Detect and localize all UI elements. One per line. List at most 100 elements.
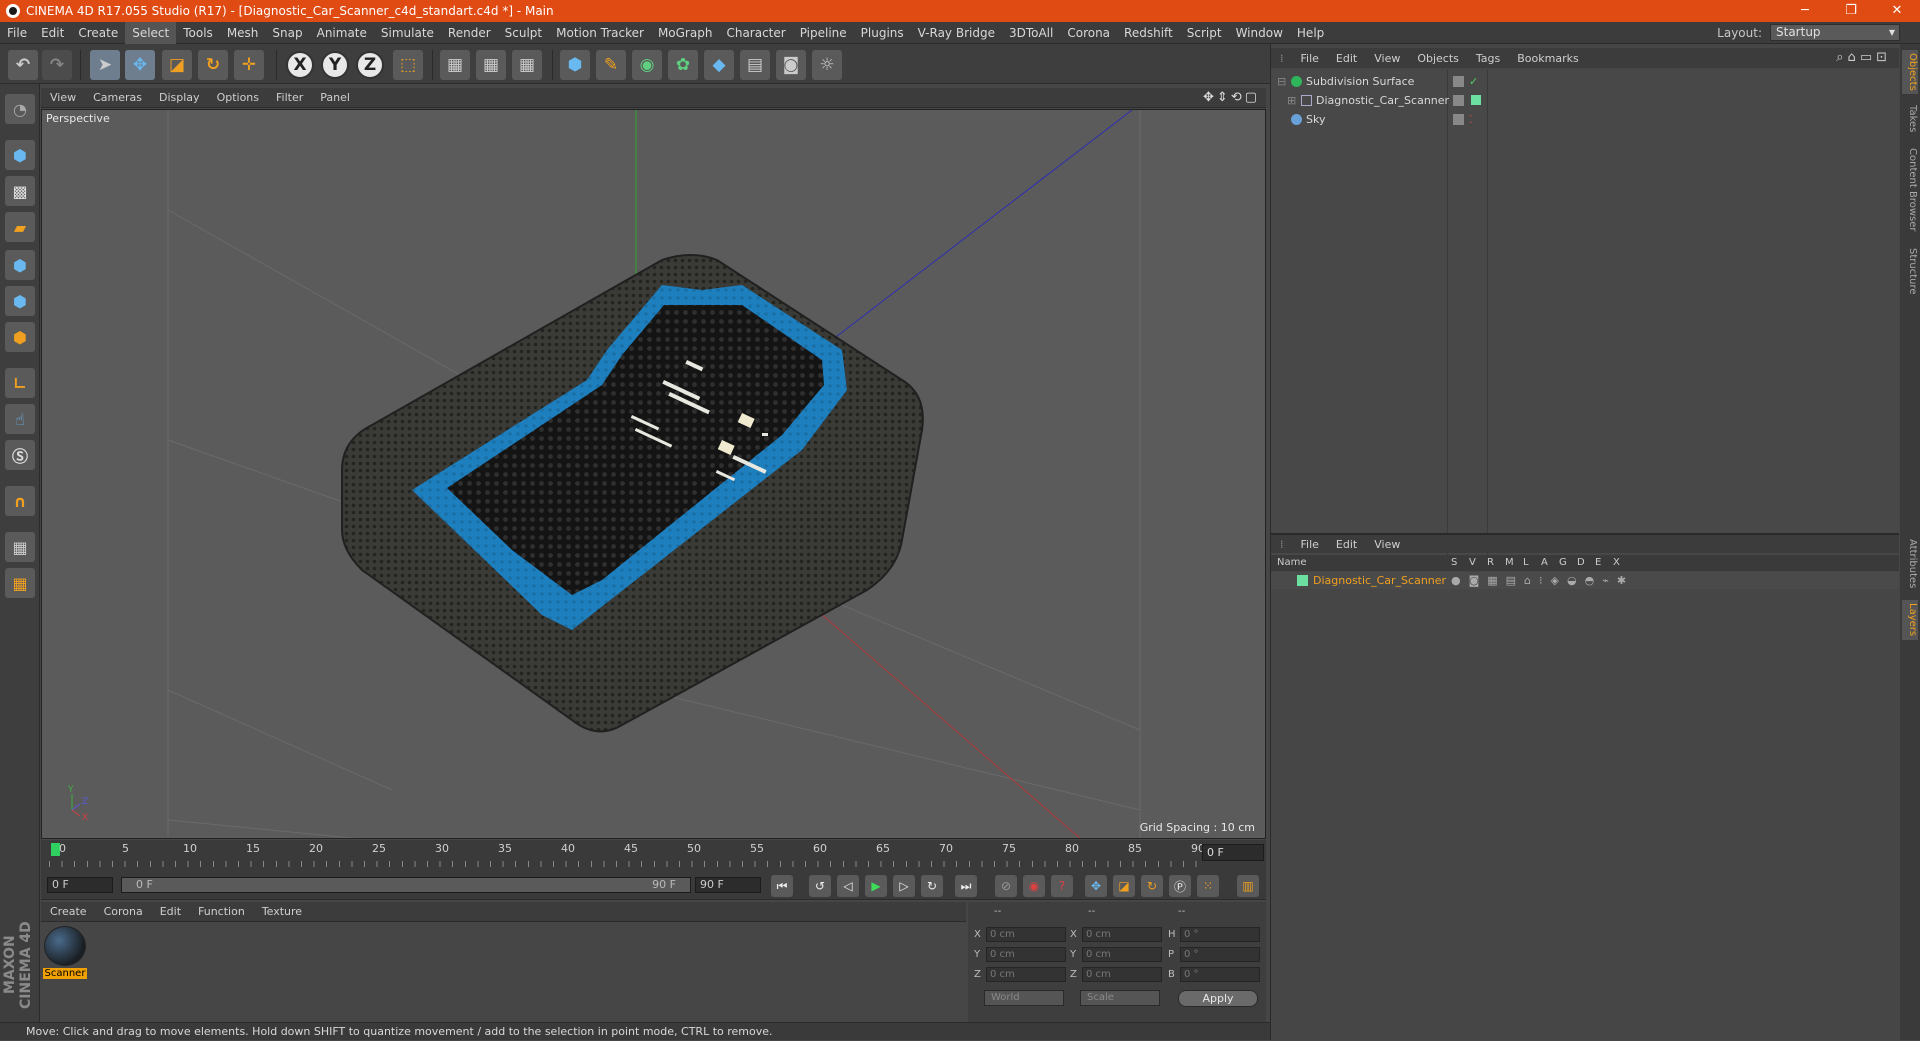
tab-attributes[interactable]: Attributes	[1902, 534, 1918, 594]
size-x-field[interactable]: 0 cm	[1082, 927, 1162, 942]
edges-mode-icon[interactable]: ⬢	[5, 286, 35, 316]
menu-redshift[interactable]: Redshift	[1117, 22, 1180, 44]
material-menu-create[interactable]: Create	[41, 905, 95, 918]
menu-snap[interactable]: Snap	[265, 22, 309, 44]
undo-icon[interactable]: ↶	[8, 50, 38, 80]
layers-menu-view[interactable]: View	[1365, 538, 1408, 551]
z-axis-lock-icon[interactable]: Z	[356, 51, 384, 79]
workplane-mode-icon[interactable]: ▰	[5, 212, 35, 242]
object-row-scanner[interactable]: ⊞ Diagnostic_Car_Scanner	[1271, 91, 1899, 110]
restore-button[interactable]: ❐	[1828, 0, 1874, 22]
viewport-menu-panel[interactable]: Panel	[311, 91, 358, 104]
menu-help[interactable]: Help	[1290, 22, 1331, 44]
floor-icon[interactable]: ▤	[740, 50, 770, 80]
key-scale-icon[interactable]: ◪	[1113, 875, 1135, 897]
redo-icon[interactable]: ↷	[42, 50, 72, 80]
tab-content-browser[interactable]: Content Browser	[1902, 144, 1918, 236]
tab-layers[interactable]: Layers	[1902, 600, 1918, 640]
next-frame-icon[interactable]: ▷	[893, 875, 915, 897]
recent-tool-icon[interactable]: ✛	[234, 50, 264, 80]
menu-window[interactable]: Window	[1229, 22, 1290, 44]
size-y-field[interactable]: 0 cm	[1082, 947, 1162, 962]
material-menu-texture[interactable]: Texture	[253, 905, 310, 918]
material-name-label[interactable]: Scanner	[43, 968, 87, 979]
menu-render[interactable]: Render	[441, 22, 498, 44]
frame-range-slider[interactable]: 0 F 90 F	[121, 877, 691, 893]
objects-menu-view[interactable]: View	[1365, 52, 1408, 65]
menu-select[interactable]: Select	[125, 21, 177, 44]
points-mode-icon[interactable]: ⬢	[5, 250, 35, 280]
3d-viewport[interactable]: Y Z X Perspective Grid Spacing : 10 cm	[41, 109, 1266, 839]
key-parameter-icon[interactable]: Ⓟ	[1169, 875, 1191, 897]
menu-motion-tracker[interactable]: Motion Tracker	[549, 22, 651, 44]
cube-primitive-icon[interactable]: ⬢	[560, 50, 590, 80]
play-forward-icon[interactable]: ▶	[865, 875, 887, 897]
autokeying-icon[interactable]: ?	[1051, 875, 1073, 897]
render-settings-icon[interactable]: ▦	[512, 50, 542, 80]
material-menu-edit[interactable]: Edit	[151, 905, 189, 918]
axis-mode-icon[interactable]: ∟	[5, 368, 35, 398]
key-position-icon[interactable]: ✥	[1085, 875, 1107, 897]
menu-tools[interactable]: Tools	[176, 22, 220, 44]
visibility-dot-icon[interactable]: ⁚	[1469, 110, 1473, 129]
collapse-icon[interactable]: ⊟	[1277, 72, 1286, 91]
close-button[interactable]: ✕	[1874, 0, 1920, 22]
keyframe-selection-icon[interactable]: ⊘	[995, 875, 1017, 897]
viewport-menu-filter[interactable]: Filter	[267, 91, 311, 104]
menu-create[interactable]: Create	[71, 22, 125, 44]
menu-pipeline[interactable]: Pipeline	[793, 22, 854, 44]
object-row-subdivision[interactable]: ⊟ Subdivision Surface ✓	[1271, 72, 1899, 91]
key-pla-icon[interactable]: ⁙	[1197, 875, 1219, 897]
previous-frame-icon[interactable]: ◁	[837, 875, 859, 897]
layers-menu-edit[interactable]: Edit	[1327, 538, 1365, 551]
objects-menu-edit[interactable]: Edit	[1327, 52, 1365, 65]
y-axis-lock-icon[interactable]: Y	[321, 51, 349, 79]
layer-toggle-icons[interactable]: ●◙▦▤⌂⁝◈◒◓⌁✱	[1451, 572, 1634, 589]
objects-menu-bookmarks[interactable]: Bookmarks	[1508, 52, 1586, 65]
layout-dropdown[interactable]: Startup	[1770, 24, 1900, 41]
scale-tool-icon[interactable]: ◪	[162, 50, 192, 80]
render-view-icon[interactable]: ▦	[440, 50, 470, 80]
tab-structure[interactable]: Structure	[1902, 244, 1918, 298]
camera-icon[interactable]: ◙	[776, 50, 806, 80]
tab-takes[interactable]: Takes	[1902, 102, 1918, 136]
start-frame-field[interactable]: 0 F	[47, 877, 113, 893]
apply-button[interactable]: Apply	[1178, 990, 1258, 1007]
rotation-p-field[interactable]: 0 °	[1180, 947, 1260, 962]
go-to-start-icon[interactable]: ⏮	[771, 875, 793, 897]
position-z-field[interactable]: 0 cm	[986, 967, 1066, 982]
menu-edit[interactable]: Edit	[34, 22, 71, 44]
key-rotation-icon[interactable]: ↻	[1141, 875, 1163, 897]
menu-mesh[interactable]: Mesh	[220, 22, 266, 44]
viewport-navigation-icons[interactable]: ✥⇕⟲▢	[1203, 90, 1260, 105]
position-y-field[interactable]: 0 cm	[986, 947, 1066, 962]
rotate-tool-icon[interactable]: ↻	[198, 50, 228, 80]
move-tool-icon[interactable]: ✥	[125, 50, 155, 80]
menu-character[interactable]: Character	[719, 22, 792, 44]
objects-menu-file[interactable]: File	[1292, 52, 1327, 65]
viewport-menu-view[interactable]: View	[41, 91, 84, 104]
planar-workplane-icon[interactable]: ▦	[5, 568, 35, 598]
tweak-mode-icon[interactable]: ☝	[5, 404, 35, 434]
material-menu-function[interactable]: Function	[189, 905, 253, 918]
menu-corona[interactable]: Corona	[1060, 22, 1117, 44]
layers-menu-file[interactable]: File	[1292, 538, 1327, 551]
visibility-toggle-icon[interactable]	[1453, 76, 1464, 87]
viewport-menu-display[interactable]: Display	[150, 91, 208, 104]
render-picture-viewer-icon[interactable]: ▦	[476, 50, 506, 80]
menu-sculpt[interactable]: Sculpt	[498, 22, 549, 44]
menu-mograph[interactable]: MoGraph	[651, 22, 720, 44]
mograph-cloner-icon[interactable]: ✿	[668, 50, 698, 80]
rotation-h-field[interactable]: 0 °	[1180, 927, 1260, 942]
x-axis-lock-icon[interactable]: X	[286, 51, 314, 79]
tab-objects[interactable]: Objects	[1902, 50, 1918, 94]
go-to-previous-key-icon[interactable]: ↺	[809, 875, 831, 897]
expand-icon[interactable]: ⊞	[1287, 91, 1296, 110]
objects-menu-tags[interactable]: Tags	[1467, 52, 1508, 65]
end-frame-field[interactable]: 90 F	[695, 877, 761, 893]
menu-simulate[interactable]: Simulate	[374, 22, 441, 44]
coordinate-system-icon[interactable]: ⬚	[393, 50, 423, 80]
material-preview-sphere[interactable]	[44, 926, 86, 966]
current-frame-field[interactable]: 0 F	[1202, 844, 1264, 861]
object-manager-tool-icons[interactable]: ⌕⌂▭⊡	[1836, 50, 1891, 65]
